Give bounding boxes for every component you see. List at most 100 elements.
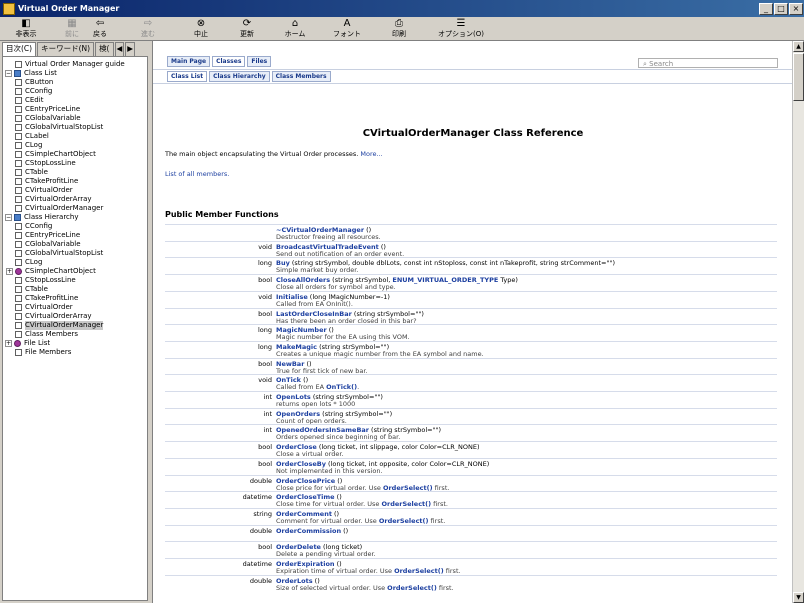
title-bar: Virtual Order Manager _ □ × [0,0,804,17]
member-link[interactable]: OrderCommission [276,527,341,535]
tree-item[interactable]: CSimpleChartObject [15,150,96,159]
page-icon [15,277,22,284]
tree-item[interactable]: CConfig [15,222,52,231]
stop-button[interactable]: ⊗ 中止 [181,18,221,40]
tree-item[interactable]: CConfig [15,87,52,96]
member-signature: OrderCommission () [276,527,348,535]
tree-item-label: CVirtualOrderArray [25,312,92,320]
search-field[interactable]: ⌕ Search [638,58,778,68]
tree-item[interactable]: CVirtualOrder [15,186,73,195]
toolbar-label: オプション(O) [438,30,484,38]
tree-item[interactable]: CLog [15,258,42,267]
close-button[interactable]: × [789,2,803,15]
tree-item[interactable]: + File List [5,339,50,348]
tab-main-page[interactable]: Main Page [167,56,211,67]
tree-item[interactable]: CTakeProfitLine [15,294,78,303]
tree-item[interactable]: CEdit [15,96,43,105]
tab-class-members[interactable]: Class Members [271,71,331,82]
tree-item[interactable]: Virtual Order Manager guide [15,60,125,69]
tab-search[interactable]: 検( [95,42,114,56]
tree-item[interactable]: + CSimpleChartObject [6,267,96,276]
maximize-button[interactable]: □ [774,2,788,15]
tab-class-list[interactable]: Class List [167,71,208,82]
tree-item-label: Class Hierarchy [24,213,79,221]
forward-button[interactable]: ⇨ 進む [128,18,168,40]
row-divider [165,274,777,276]
tree-item[interactable]: CButton [15,78,53,87]
tab-scroll-left-button[interactable]: ◀ [114,42,125,56]
row-divider [165,474,777,476]
page-icon [15,313,22,320]
hide-button[interactable]: ◧ 非表示 [4,18,48,40]
tree-item-label: CVirtualOrderManager [25,204,104,212]
app-icon [3,2,15,15]
all-members-link[interactable]: List of all members. [165,170,229,178]
tree-item[interactable]: CVirtualOrderManager [15,321,104,330]
tab-class-hierarchy[interactable]: Class Hierarchy [209,71,270,82]
refresh-button[interactable]: ⟳ 更新 [227,18,267,40]
tree-item-label: CVirtualOrder [25,186,73,194]
tree-item[interactable]: CTakeProfitLine [15,177,78,186]
options-button[interactable]: ☰ オプション(O) [431,18,491,40]
tree-item[interactable]: CLog [15,141,42,150]
tree-item[interactable]: CGlobalVirtualStopList [15,123,103,132]
tree-item[interactable]: CTable [15,168,48,177]
print-button[interactable]: ⎙ 印刷 [379,18,419,40]
tab-keyword[interactable]: キーワード(N) [37,42,95,56]
toolbar-label: 戻る [93,30,107,38]
row-divider [165,307,777,309]
tree-item[interactable]: CGlobalVariable [15,240,81,249]
method-link[interactable]: OrderSelect() [387,584,437,592]
tree-item[interactable]: CGlobalVirtualStopList [15,249,103,258]
page-icon [15,232,22,239]
tree-item[interactable]: Class Members [15,330,78,339]
back-button[interactable]: ⇦ 戻る [80,18,120,40]
vertical-scrollbar[interactable]: ▲ ▼ [792,41,804,603]
tab-contents[interactable]: 目次(C) [2,42,37,56]
tab-scroll-right-button[interactable]: ▶ [125,42,136,56]
tab-classes[interactable]: Classes [212,56,246,67]
tree-item[interactable]: CLabel [15,132,49,141]
tree-item[interactable]: CEntryPriceLine [15,105,80,114]
tree-item[interactable]: CVirtualOrderManager [15,204,103,213]
row-divider [165,424,777,426]
expand-icon[interactable]: + [5,340,12,347]
row-divider [165,507,777,509]
row-divider [165,524,777,526]
tree-item[interactable]: − Class Hierarchy [5,213,78,222]
member-return-type: bool [258,276,272,285]
page-icon [15,286,22,293]
collapse-icon[interactable]: − [5,214,12,221]
tree-item[interactable]: CStopLossLine [15,159,76,168]
member-return-type: void [258,242,272,251]
tree-item[interactable]: CVirtualOrder [15,303,73,312]
tree-item-label: CTakeProfitLine [25,177,79,185]
description-text: Size of selected virtual order. Use [276,583,388,592]
expand-icon[interactable]: + [6,268,13,275]
tree-item[interactable]: CEntryPriceLine [15,231,80,240]
type-link[interactable]: ENUM_VIRTUAL_ORDER_TYPE [392,276,498,284]
tree-item-label: CTable [25,285,48,293]
minimize-button[interactable]: _ [759,2,773,15]
scroll-down-button[interactable]: ▼ [793,592,804,603]
row-divider [165,457,777,459]
tree-item[interactable]: CTable [15,285,48,294]
more-link[interactable]: More... [360,150,382,158]
document-view: Main Page Classes Files ⌕ Search Class L… [152,41,792,603]
tab-files[interactable]: Files [247,56,272,67]
home-button[interactable]: ⌂ ホーム [271,18,319,40]
collapse-icon[interactable]: − [5,70,12,77]
scroll-up-button[interactable]: ▲ [793,41,804,52]
tree-item[interactable]: CVirtualOrderArray [15,312,92,321]
tree-item-label: CTable [25,168,48,176]
member-return-type: bool [258,359,272,368]
tree-item[interactable]: CStopLossLine [15,276,76,285]
scroll-thumb[interactable] [793,53,804,101]
tree-item[interactable]: File Members [15,348,71,357]
tree-item[interactable]: CGlobalVariable [15,114,81,123]
toolbar-label: 中止 [194,30,208,38]
tree-item[interactable]: CVirtualOrderArray [15,195,92,204]
print-icon: ⎙ [395,18,403,29]
tree-item[interactable]: − Class List [5,69,57,78]
font-button[interactable]: A フォント [323,18,371,40]
